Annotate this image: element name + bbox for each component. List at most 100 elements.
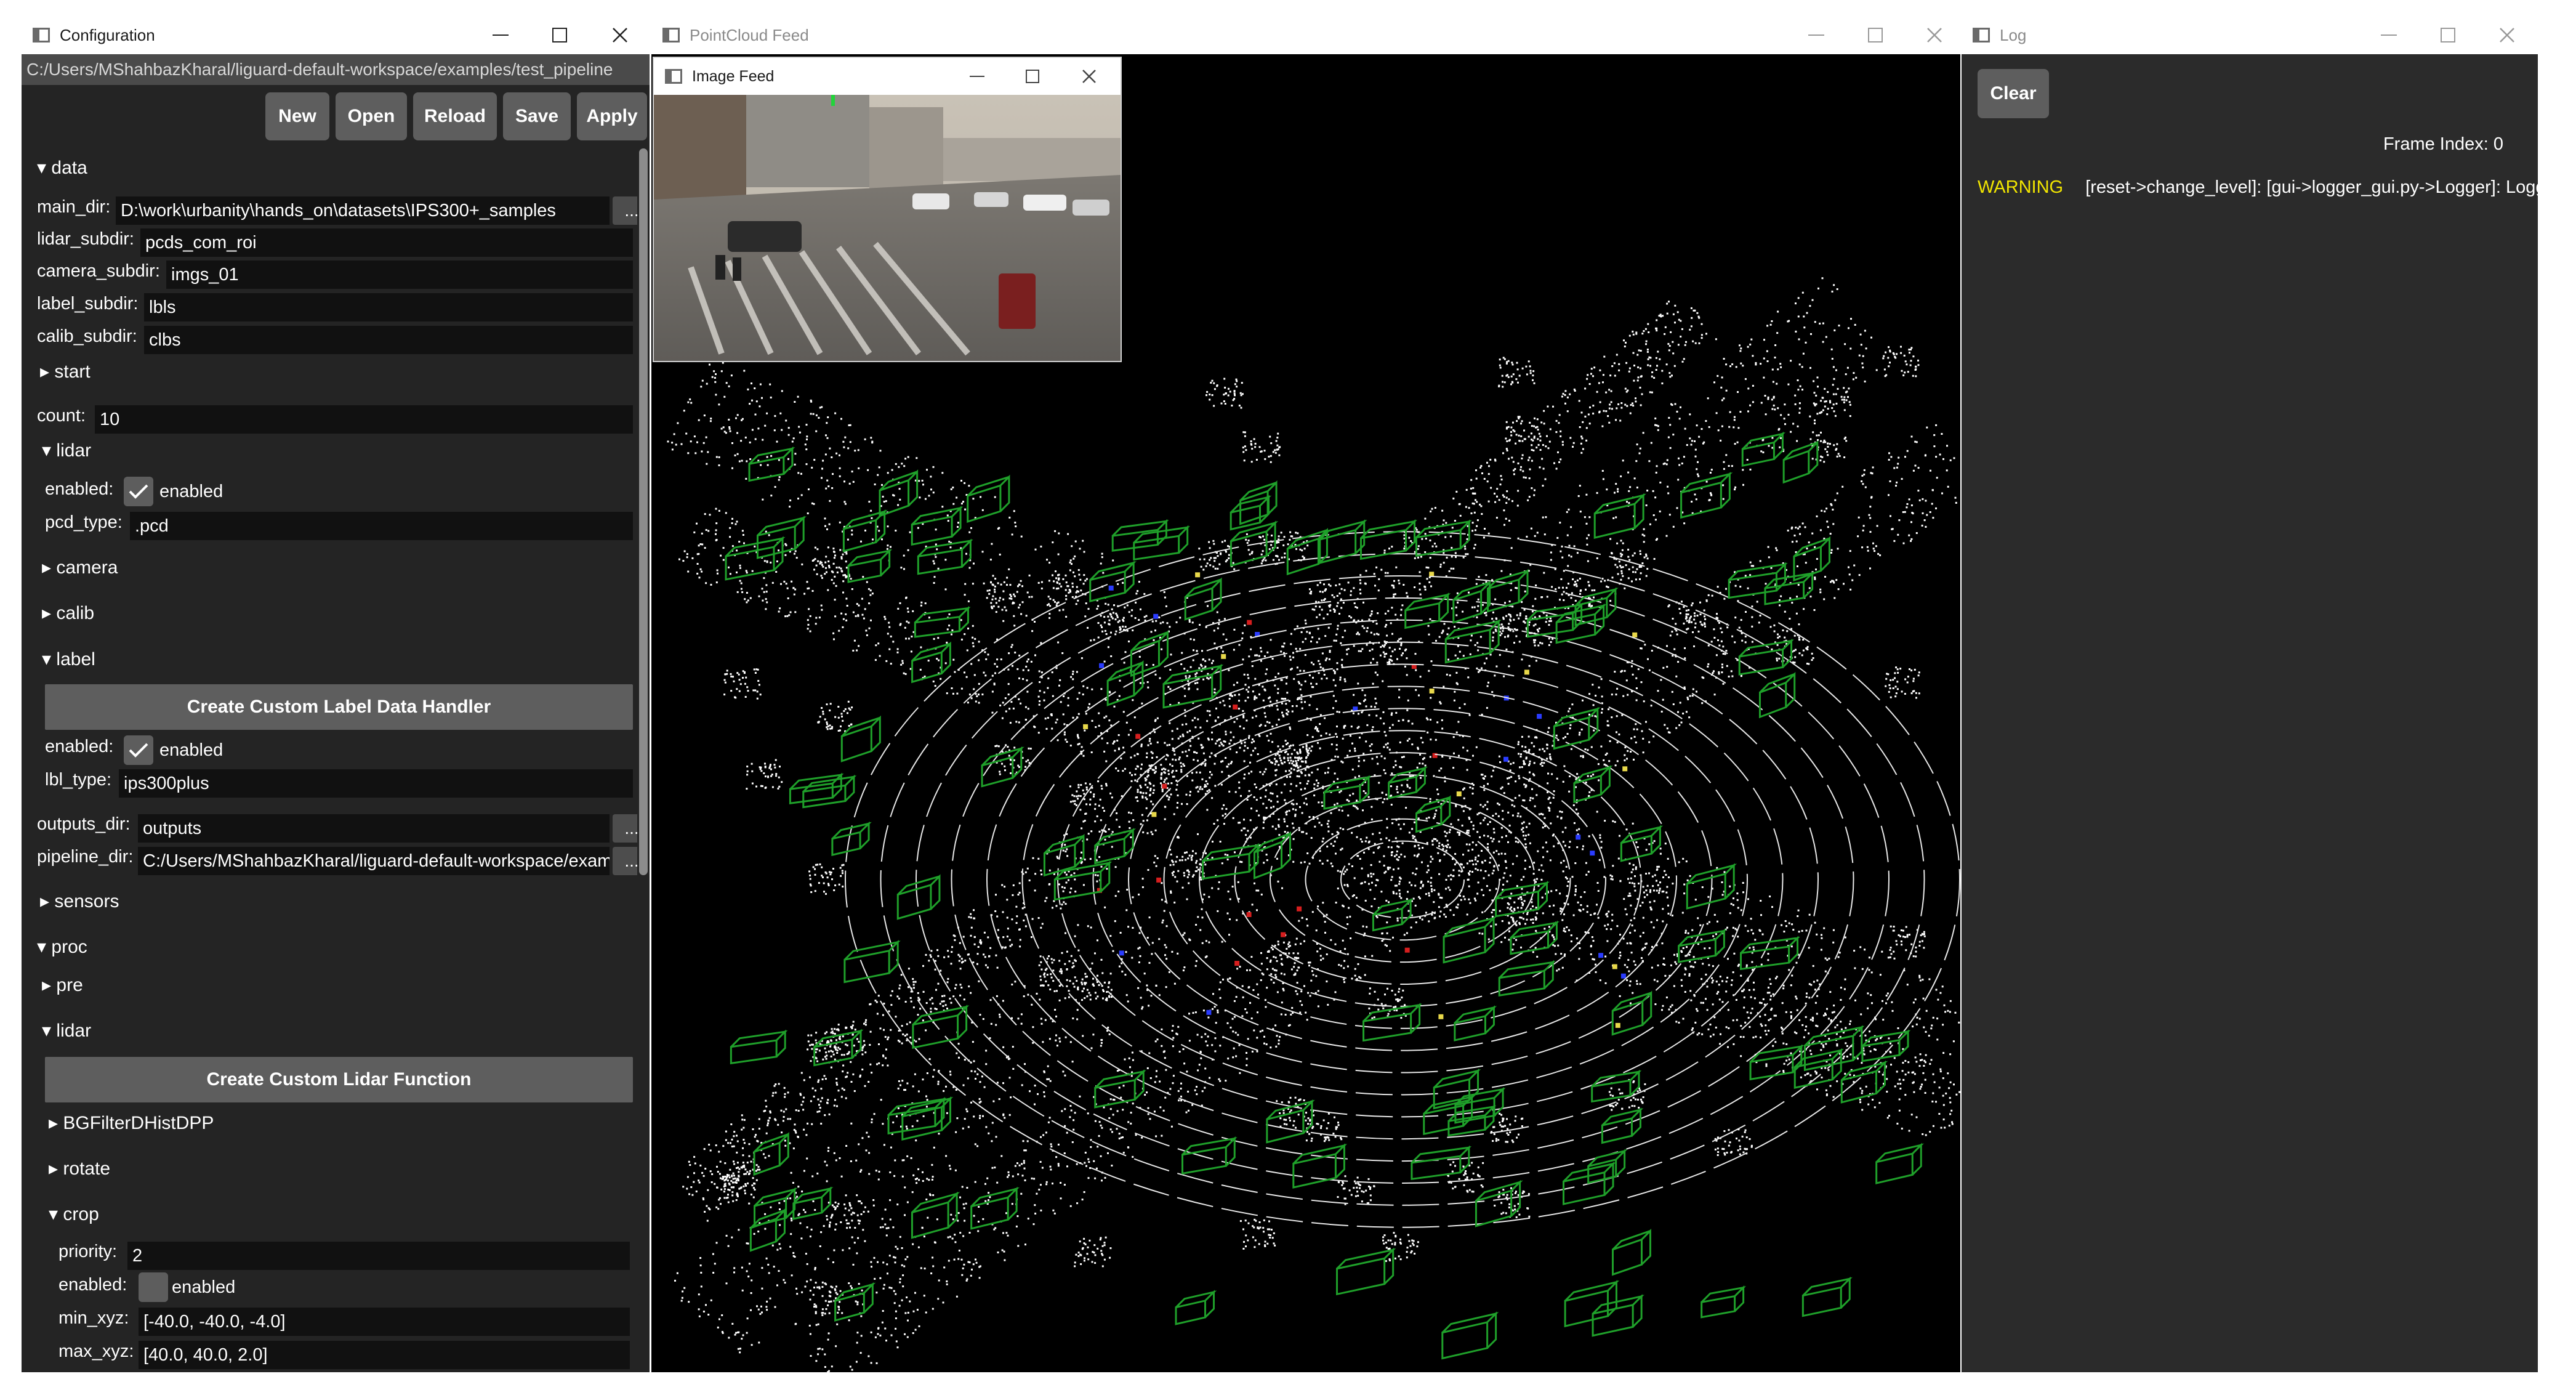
section-sensors[interactable]: ▸ sensors: [40, 891, 119, 912]
lidar-enabled-checkbox[interactable]: [124, 477, 153, 506]
lidar-point: [1040, 581, 1043, 583]
lidar-point: [898, 488, 901, 490]
lidar-point: [1133, 754, 1136, 757]
section-camera[interactable]: ▸ camera: [42, 557, 118, 578]
lidar-point: [1395, 760, 1397, 762]
lidar-point: [1648, 843, 1651, 846]
reload-button[interactable]: Reload: [413, 92, 497, 140]
lidar-point: [1125, 951, 1127, 953]
section-bgfilter[interactable]: ▸ BGFilterDHistDPP: [49, 1112, 214, 1134]
lidar-point: [1864, 330, 1866, 332]
lidar-point: [1825, 1043, 1827, 1045]
main-dir-field[interactable]: D:\work\urbanity\hands_on\datasets\IPS30…: [116, 196, 610, 225]
lidar-point: [1462, 896, 1465, 898]
label-enabled-checkbox[interactable]: [124, 735, 153, 765]
lidar-point: [1249, 836, 1252, 839]
section-start[interactable]: ▸ start: [40, 361, 91, 382]
lidar-point: [1471, 860, 1473, 862]
lidar-point: [1438, 636, 1441, 638]
lidar-point: [1643, 700, 1645, 703]
close-icon[interactable]: [590, 16, 650, 54]
outputs-dir-field[interactable]: outputs: [138, 814, 610, 843]
lidar-point: [736, 591, 739, 593]
pointcloud-titlebar[interactable]: PointCloud Feed: [651, 16, 1960, 54]
lidar-point: [698, 544, 700, 547]
min-xyz-field[interactable]: [-40.0, -40.0, -4.0]: [139, 1308, 630, 1336]
lidar-point: [1837, 588, 1840, 591]
lidar-point: [1399, 741, 1401, 743]
lidar-point: [1760, 900, 1762, 902]
close-icon[interactable]: [1905, 16, 1960, 54]
section-proc-lidar[interactable]: ▾ lidar: [42, 1020, 91, 1041]
lidar-point: [1105, 715, 1108, 718]
lidar-point: [1186, 1070, 1188, 1073]
section-calib[interactable]: ▸ calib: [42, 602, 94, 624]
lidar-point: [983, 582, 985, 584]
lidar-point: [1630, 952, 1633, 954]
lidar-point: [1018, 677, 1020, 679]
lidar-point: [819, 406, 821, 409]
lidar-point: [754, 413, 757, 416]
label-subdir-field[interactable]: lbls: [144, 293, 633, 321]
camera-subdir-field[interactable]: imgs_01: [166, 261, 633, 289]
lidar-subdir-field[interactable]: pcds_com_roi: [140, 228, 633, 257]
calib-subdir-field[interactable]: clbs: [144, 326, 633, 354]
lidar-point: [951, 687, 953, 689]
lidar-point: [1598, 859, 1601, 861]
lidar-point: [756, 1305, 758, 1308]
lidar-point: [957, 526, 959, 528]
config-scrollbar-thumb[interactable]: [639, 148, 648, 875]
lidar-point: [1263, 821, 1265, 823]
lidar-point: [816, 573, 818, 575]
lidar-point: [703, 414, 706, 416]
lidar-point: [1801, 389, 1803, 391]
section-label[interactable]: ▾ label: [42, 649, 95, 670]
pipeline-dir-field[interactable]: C:/Users/MShahbazKharal/liguard-default-…: [138, 847, 610, 875]
minimize-icon[interactable]: [471, 16, 530, 54]
new-button[interactable]: New: [265, 92, 329, 140]
lidar-point: [1248, 655, 1250, 658]
section-pre[interactable]: ▸ pre: [42, 974, 83, 996]
lidar-point: [1576, 773, 1579, 775]
lidar-point: [1109, 1108, 1112, 1110]
lidar-point: [760, 464, 762, 466]
lidar-point: [858, 1283, 860, 1285]
section-data[interactable]: ▾ data: [37, 157, 87, 179]
section-proc[interactable]: ▾ proc: [37, 936, 87, 958]
config-titlebar[interactable]: Configuration: [22, 16, 650, 54]
lidar-point: [1225, 807, 1228, 810]
create-custom-lidar-function-button[interactable]: Create Custom Lidar Function: [45, 1057, 633, 1102]
pcd-type-field[interactable]: .pcd: [130, 512, 633, 540]
section-rotate[interactable]: ▸ rotate: [49, 1158, 110, 1179]
crop-enabled-checkbox[interactable]: [139, 1272, 168, 1302]
apply-button[interactable]: Apply: [577, 92, 647, 140]
section-crop[interactable]: ▾ crop: [49, 1203, 99, 1225]
open-button[interactable]: Open: [336, 92, 407, 140]
lidar-point: [1549, 859, 1552, 862]
lidar-point: [848, 1319, 850, 1322]
count-field[interactable]: 10: [95, 405, 633, 434]
lidar-point: [1436, 839, 1438, 842]
lidar-point: [922, 1078, 924, 1081]
priority-field[interactable]: 2: [127, 1242, 630, 1270]
save-button[interactable]: Save: [503, 92, 571, 140]
lidar-point: [912, 1243, 914, 1245]
create-custom-label-data-handler-button[interactable]: Create Custom Label Data Handler: [45, 684, 633, 730]
lidar-point: [1295, 785, 1298, 787]
lidar-point: [1712, 979, 1714, 982]
lidar-point: [1446, 673, 1448, 676]
lidar-point: [1367, 848, 1370, 851]
lidar-point: [1206, 1045, 1209, 1046]
lidar-point: [827, 589, 829, 591]
lidar-point: [1481, 911, 1484, 913]
lidar-point: [1135, 601, 1137, 604]
maximize-icon[interactable]: [530, 16, 589, 54]
lbl-type-field[interactable]: ips300plus: [119, 769, 633, 798]
maximize-icon[interactable]: [1846, 16, 1905, 54]
section-lidar[interactable]: ▾ lidar: [42, 440, 91, 461]
max-xyz-field[interactable]: [40.0, 40.0, 2.0]: [139, 1341, 630, 1369]
lidar-point: [1492, 828, 1495, 830]
minimize-icon[interactable]: [1787, 16, 1846, 54]
lidar-point: [839, 475, 841, 477]
lidar-point: [1606, 488, 1608, 491]
